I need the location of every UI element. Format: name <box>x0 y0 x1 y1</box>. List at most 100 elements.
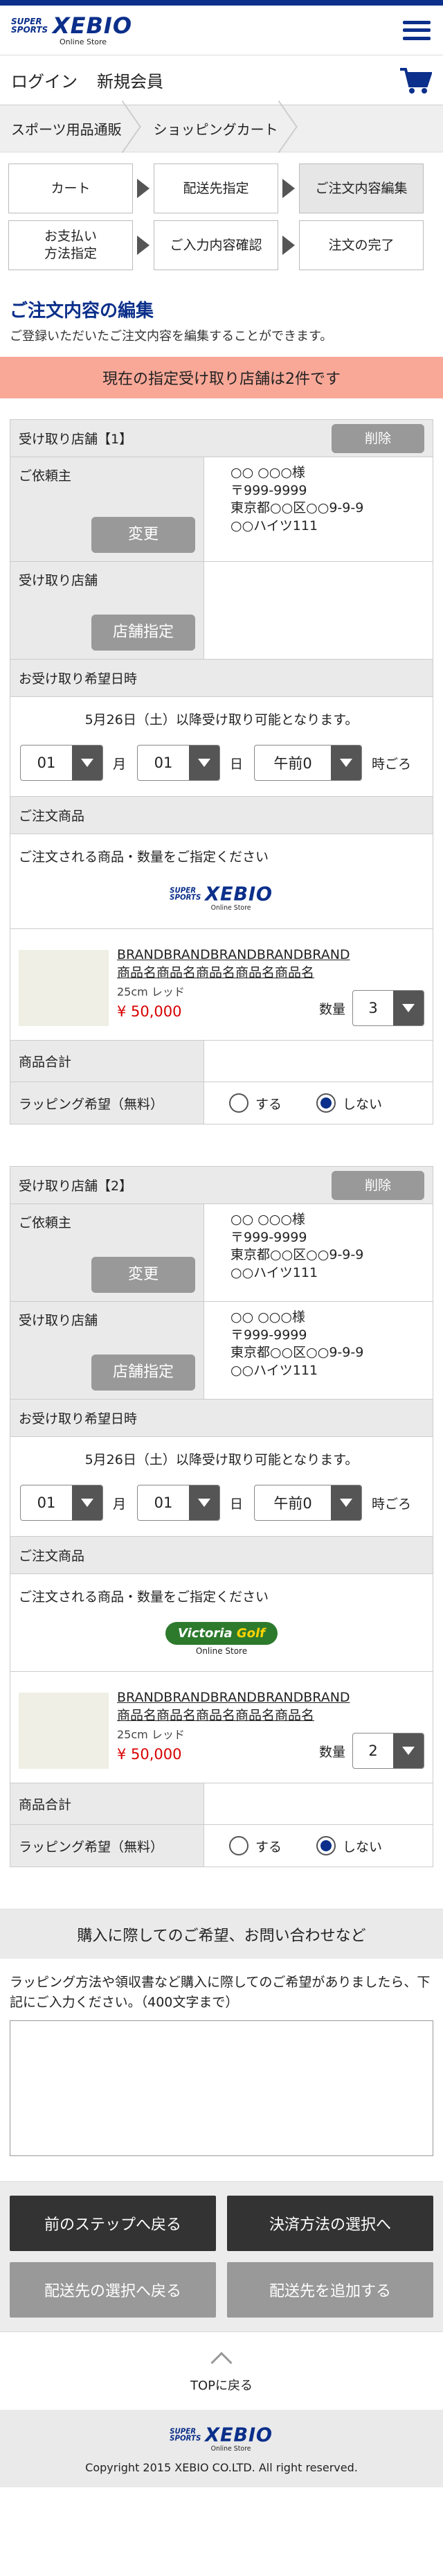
radio-button[interactable] <box>229 1093 248 1113</box>
store-count-notice: 現在の指定受け取り店舗は2件です <box>0 357 443 398</box>
victoria-golf-logo: Victoria Golf Online Store <box>10 1618 433 1672</box>
subtotal-label: 商品合計 <box>10 1041 204 1082</box>
copyright: Copyright 2015 XEBIO CO.LTD. All right r… <box>85 2461 358 2474</box>
pickup-store-block-1: 受け取り店舗【1】 削除 ご依頼主 変更 ○○ ○○○様 〒999-9999 東… <box>10 419 433 1124</box>
dropdown-arrow-icon <box>189 746 220 780</box>
order-item: BRANDBRANDBRANDBRANDBRAND 商品名商品名商品名商品名商品… <box>10 929 433 1041</box>
register-link[interactable]: 新規会員 <box>97 68 163 92</box>
footer-xebio-logo[interactable]: SUPER SPORTS XEBIO Online Store <box>170 2425 273 2451</box>
login-link[interactable]: ログイン <box>11 68 78 92</box>
wrapping-no-option[interactable]: しない <box>316 1093 382 1113</box>
pickup-date-note: 5月26日（土）以降受け取り可能となります。 <box>84 1452 359 1467</box>
wrapping-no-option[interactable]: しない <box>316 1836 382 1855</box>
step-cart: カート <box>8 164 133 213</box>
site-footer: SUPER SPORTS XEBIO Online Store Copyrigh… <box>0 2410 443 2487</box>
dropdown-arrow-icon <box>72 746 102 780</box>
month-select[interactable]: 01 <box>20 745 103 781</box>
quantity-select[interactable]: 2 <box>352 1733 424 1769</box>
back-delivery-button[interactable]: 配送先の選択へ戻る <box>10 2262 216 2318</box>
item-brand[interactable]: BRANDBRANDBRANDBRANDBRAND <box>117 947 424 962</box>
logo-brand-text: XEBIO <box>53 12 133 39</box>
item-name[interactable]: 商品名商品名商品名商品名商品名 <box>117 1705 424 1724</box>
store-title: 受け取り店舗【1】 <box>19 432 133 447</box>
back-to-top-link[interactable]: TOPに戻る <box>0 2332 443 2410</box>
cart-icon[interactable] <box>399 67 432 94</box>
dropdown-arrow-icon <box>331 746 362 780</box>
inquiry-textarea[interactable] <box>10 2020 433 2156</box>
store-info <box>204 562 433 659</box>
navigation-buttons: 前のステップへ戻る 決済方法の選択へ 配送先の選択へ戻る 配送先を追加する <box>0 2181 443 2332</box>
account-bar: ログイン 新規会員 <box>0 55 443 105</box>
breadcrumb-item-sports[interactable]: スポーツ用品通販 <box>0 105 143 152</box>
wrapping-label: ラッピング希望（無料） <box>10 1825 204 1867</box>
dropdown-arrow-icon <box>393 991 424 1025</box>
top-accent-bar <box>0 0 443 6</box>
month-select[interactable]: 01 <box>20 1485 103 1521</box>
store-title: 受け取り店舗【2】 <box>19 1179 133 1194</box>
breadcrumb: スポーツ用品通販 ショッピングカート <box>0 105 443 152</box>
step-arrow-icon <box>278 220 299 270</box>
subtotal-label: 商品合計 <box>10 1783 204 1824</box>
qty-label: 数量 <box>318 1001 345 1017</box>
step-delivery: 配送先指定 <box>154 164 278 213</box>
items-intro: ご注文される商品・数量をご指定ください <box>19 1589 269 1605</box>
radio-button-selected[interactable] <box>316 1093 336 1113</box>
store-select-button[interactable]: 店舗指定 <box>91 615 195 651</box>
requester-label: ご依頼主 <box>19 468 72 484</box>
wrapping-yes-option[interactable]: する <box>229 1836 282 1855</box>
pickup-date-label: お受け取り希望日時 <box>10 1400 433 1437</box>
qty-label: 数量 <box>318 1744 345 1760</box>
step-confirm: ご入力内容確認 <box>154 220 278 270</box>
dropdown-arrow-icon <box>393 1733 424 1768</box>
payment-next-button[interactable]: 決済方法の選択へ <box>227 2196 433 2251</box>
step-arrow-icon <box>133 220 154 270</box>
page-title: ご注文内容の編集 <box>10 301 154 321</box>
inquiry-description: ラッピング方法や領収書など購入に際してのご希望がありましたら、下記にご入力くださ… <box>10 1975 431 2010</box>
requester-info: ○○ ○○○様 〒999-9999 東京都○○区○○9-9-9 ○○ハイツ111 <box>230 1212 364 1280</box>
change-requester-button[interactable]: 変更 <box>91 517 195 553</box>
item-name[interactable]: 商品名商品名商品名商品名商品名 <box>117 962 424 981</box>
inquiry-title: 購入に際してのご希望、お問い合わせなど <box>0 1909 443 1959</box>
pickup-date-label: お受け取り希望日時 <box>10 660 433 697</box>
delete-button[interactable]: 削除 <box>332 1170 424 1200</box>
wrapping-yes-option[interactable]: する <box>229 1093 282 1113</box>
ordered-items-label: ご注文商品 <box>10 1537 433 1574</box>
dropdown-arrow-icon <box>189 1485 220 1520</box>
logo-super-text: SUPER SPORTS <box>11 17 48 35</box>
change-requester-button[interactable]: 変更 <box>91 1257 195 1293</box>
item-brand[interactable]: BRANDBRANDBRANDBRANDBRAND <box>117 1690 424 1705</box>
dropdown-arrow-icon <box>72 1485 102 1520</box>
hamburger-menu-icon[interactable] <box>401 18 432 43</box>
ordered-items-label: ご注文商品 <box>10 797 433 834</box>
day-select[interactable]: 01 <box>137 745 221 781</box>
product-thumbnail[interactable] <box>19 950 109 1026</box>
quantity-select[interactable]: 3 <box>352 990 424 1026</box>
delete-button[interactable]: 削除 <box>332 423 424 453</box>
breadcrumb-item-cart[interactable]: ショッピングカート <box>143 105 299 152</box>
add-delivery-button[interactable]: 配送先を追加する <box>227 2262 433 2318</box>
pickup-store-label: 受け取り店舗 <box>19 573 98 588</box>
store-info: ○○ ○○○様 〒999-9999 東京都○○区○○9-9-9 ○○ハイツ111 <box>230 1309 364 1378</box>
product-thumbnail[interactable] <box>19 1693 109 1769</box>
day-select[interactable]: 01 <box>137 1485 221 1521</box>
pickup-store-label: 受け取り店舗 <box>19 1313 98 1328</box>
pickup-date-note: 5月26日（土）以降受け取り可能となります。 <box>84 712 359 727</box>
step-arrow-icon <box>133 164 154 213</box>
page-description: ご登録いただいたご注文内容を編集することができます。 <box>10 329 333 344</box>
radio-button[interactable] <box>229 1836 248 1855</box>
step-order-edit: ご注文内容編集 <box>299 164 424 213</box>
radio-button-selected[interactable] <box>316 1836 336 1855</box>
requester-label: ご依頼主 <box>19 1215 72 1230</box>
back-step-button[interactable]: 前のステップへ戻る <box>10 2196 216 2251</box>
order-item: BRANDBRANDBRANDBRANDBRAND 商品名商品名商品名商品名商品… <box>10 1672 433 1783</box>
store-select-button[interactable]: 店舗指定 <box>91 1355 195 1391</box>
items-intro: ご注文される商品・数量をご指定ください <box>19 849 269 865</box>
step-payment: お支払い 方法指定 <box>8 220 133 270</box>
time-select[interactable]: 午前0 <box>254 1485 363 1521</box>
pickup-store-block-2: 受け取り店舗【2】 削除 ご依頼主 変更 ○○ ○○○様 〒999-9999 東… <box>10 1166 433 1867</box>
checkout-steps: カート 配送先指定 ご注文内容編集 お支払い 方法指定 ご入力内容確認 注文の完… <box>0 152 443 285</box>
step-arrow-icon <box>278 164 299 213</box>
time-select[interactable]: 午前0 <box>254 745 363 781</box>
xebio-brand-logo: SUPER SPORTS XEBIO Online Store <box>10 878 433 929</box>
xebio-logo[interactable]: SUPER SPORTS XEBIO Online Store <box>11 15 132 46</box>
